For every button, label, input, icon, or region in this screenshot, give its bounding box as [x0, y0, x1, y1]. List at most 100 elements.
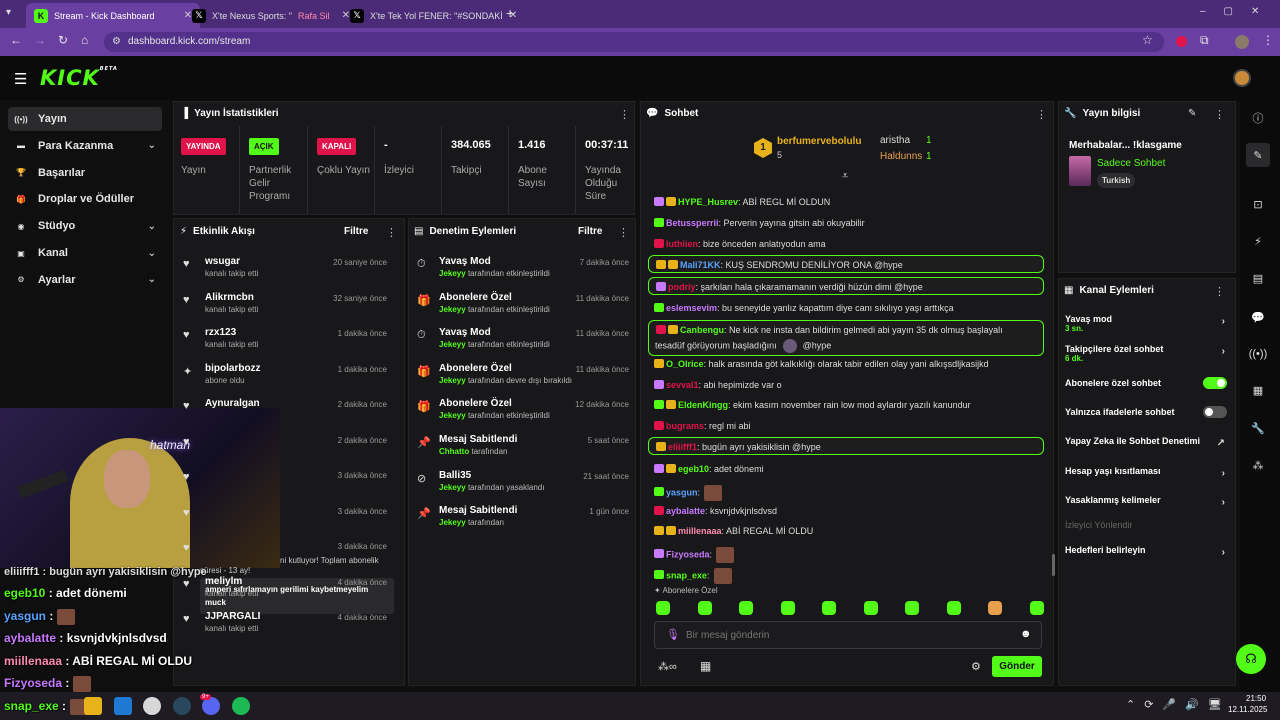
chrome-icon[interactable]: [143, 697, 161, 715]
steam-icon[interactable]: [172, 697, 191, 715]
sidebar-item[interactable]: ▬ Para Kazanma ⌄: [8, 134, 162, 158]
edit-pencil-icon[interactable]: ✎: [1188, 108, 1196, 119]
sidebar-item[interactable]: ◉ Stüdyo ⌄: [8, 214, 162, 238]
chat-username[interactable]: bugrams: [666, 421, 704, 431]
chat-username[interactable]: EldenKingg: [678, 400, 728, 410]
back-icon[interactable]: ←: [10, 33, 22, 47]
channel-action-row[interactable]: Yasaklanmış kelimeler ›: [1065, 495, 1227, 508]
chat-pin-collapse-icon[interactable]: ⩡: [842, 170, 848, 183]
url-field[interactable]: dashboard.kick.com/stream: [104, 32, 1164, 52]
chevron-right-icon[interactable]: ›: [1222, 346, 1225, 357]
outlook-icon[interactable]: [113, 697, 132, 715]
chat-settings-icon[interactable]: ⚙: [971, 660, 981, 673]
lightning-icon[interactable]: ⚡: [1246, 229, 1270, 253]
chevron-right-icon[interactable]: ›: [1222, 316, 1225, 327]
channel-action-row[interactable]: Takipçilere özel sohbet 6 dk. ›: [1065, 344, 1227, 363]
chat-message-input[interactable]: [686, 626, 1006, 644]
emote-icon[interactable]: [822, 601, 836, 615]
chat-scrollbar[interactable]: [1052, 554, 1055, 576]
chat-message[interactable]: Canbengu: Ne kick ne insta dan bildirim …: [656, 325, 1003, 335]
moderation-actor[interactable]: Jekeyy: [439, 411, 466, 420]
send-button[interactable]: Gönder: [992, 656, 1042, 677]
chat-message[interactable]: podriy: şarkıları hala çıkaramamanın ver…: [656, 282, 923, 292]
browser-menu-icon[interactable]: ▾: [6, 7, 20, 21]
kick-logo[interactable]: KICKBETA: [40, 66, 118, 90]
chat-username[interactable]: miillenaaa: [678, 526, 722, 536]
chat-message[interactable]: HYPE_Husrev: ABİ REGL Mİ OLDUN: [654, 197, 830, 207]
chat-message[interactable]: egeb10: adet dönemi: [654, 464, 764, 474]
chat-username[interactable]: eliiifff1: [668, 442, 697, 452]
profile-avatar[interactable]: [1235, 35, 1249, 49]
emote-icon[interactable]: [988, 601, 1002, 615]
home-icon[interactable]: ⌂: [81, 33, 88, 47]
category-name[interactable]: Sadece Sohbet: [1097, 158, 1165, 169]
chat-username[interactable]: Betussperrii: [666, 218, 719, 228]
extension-icon[interactable]: [1176, 36, 1187, 47]
chat-username[interactable]: eslemsevim: [666, 303, 717, 313]
chevron-right-icon[interactable]: ›: [1222, 497, 1225, 508]
emote-icon[interactable]: [946, 601, 961, 615]
chat-message[interactable]: eslemsevim: bu seneyide yanlız kapattım …: [654, 303, 954, 313]
browser-menu-dots-icon[interactable]: ⋮: [1262, 33, 1274, 47]
chevron-down-icon[interactable]: ⌄: [148, 274, 156, 285]
document-icon[interactable]: ▤: [1246, 266, 1270, 290]
channel-action-row[interactable]: Yapay Zeka ile Sohbet Denetimi ↗: [1065, 436, 1227, 449]
chat-store-icon[interactable]: ▦: [700, 659, 711, 673]
chat-message[interactable]: snap_exe:: [654, 568, 732, 584]
moderation-actor[interactable]: Jekeyy: [439, 483, 466, 492]
chevron-down-icon[interactable]: ⌄: [148, 140, 156, 151]
support-headset-button[interactable]: ☊: [1236, 644, 1266, 674]
chevron-right-icon[interactable]: ›: [1222, 468, 1225, 479]
chat-message[interactable]: eliiifff1: bugün ayrı yakisiklisin @hype: [656, 442, 821, 452]
chevron-down-icon[interactable]: ⌄: [148, 221, 156, 232]
chat-message[interactable]: Mali71KK: KUŞ SENDROMU DENİLİYOR ONA @hy…: [656, 260, 903, 270]
chat-message[interactable]: EldenKingg: ekim kasım november rain low…: [654, 400, 971, 410]
chat-username[interactable]: Mali71KK: [680, 260, 721, 270]
emote-icon[interactable]: [656, 601, 670, 615]
close-tab-icon[interactable]: ✕: [509, 10, 516, 21]
chat-message[interactable]: luthiien: bize önceden anlatıyodun ama: [654, 239, 826, 249]
chevron-down-icon[interactable]: ⌄: [148, 248, 156, 259]
language-tag[interactable]: Turkish: [1097, 173, 1136, 188]
sidebar-item[interactable]: ((•)) Yayın: [8, 107, 162, 131]
chat-message[interactable]: miillenaaa: ABİ REGAL Mİ OLDU: [654, 526, 813, 536]
chat-username[interactable]: Canbengu: [680, 325, 724, 335]
moderation-actor[interactable]: Jekeyy: [439, 269, 466, 278]
moderation-filter-button[interactable]: Filtre: [578, 226, 602, 237]
activity-filter-button[interactable]: Filtre: [344, 226, 368, 237]
chat-message[interactable]: aybalatte: ksvnjdvkjnlsdvsd: [654, 506, 777, 516]
chat-message[interactable]: O_Olrice: halk arasında göt kalkıklığı o…: [654, 359, 989, 369]
sidebar-item[interactable]: 🎁 Droplar ve Ödüller: [8, 187, 162, 211]
moderation-actor[interactable]: Jekeyy: [439, 305, 466, 314]
chat-username[interactable]: podriy: [668, 282, 696, 292]
info-icon[interactable]: ⓘ: [1246, 106, 1270, 130]
chat-username[interactable]: yasgun: [666, 487, 698, 497]
window-controls[interactable]: –▢✕: [1200, 6, 1277, 17]
site-info-icon[interactable]: ⚙: [112, 36, 121, 47]
chat-tools-icon[interactable]: ⁂∞: [658, 660, 677, 673]
extensions-puzzle-icon[interactable]: ⧉: [1200, 33, 1209, 48]
channel-action-row[interactable]: Abonelere özel sohbet: [1065, 377, 1227, 389]
channel-action-row[interactable]: Hesap yaşı kısıtlaması ›: [1065, 466, 1227, 479]
broadcast-icon[interactable]: ((•)): [1246, 342, 1270, 366]
forward-icon[interactable]: →: [34, 33, 46, 47]
toggle-on[interactable]: [1203, 377, 1227, 389]
browser-tab[interactable]: K Stream - Kick Dashboard ✕: [26, 3, 200, 28]
emote-icon[interactable]: [739, 601, 753, 615]
channel-action-row[interactable]: Yalnızca ifadelerle sohbet: [1065, 406, 1227, 418]
pencil-icon[interactable]: ✎: [1246, 143, 1270, 167]
share-icon[interactable]: ⁂: [1246, 453, 1270, 477]
chat-username[interactable]: sevval1: [666, 380, 699, 390]
spotify-icon[interactable]: [231, 697, 250, 715]
emote-icon[interactable]: [863, 601, 878, 615]
chat-icon[interactable]: 💬: [1246, 305, 1270, 329]
moderation-actor[interactable]: Jekeyy: [439, 376, 466, 385]
bookmark-star-icon[interactable]: ☆: [1142, 33, 1153, 47]
focus-icon[interactable]: ⊡: [1246, 192, 1270, 216]
mic-icon[interactable]: 🎙: [666, 628, 680, 641]
chat-message[interactable]: yasgun:: [654, 485, 723, 501]
user-avatar[interactable]: [1233, 69, 1251, 87]
sidebar-item[interactable]: ▣ Kanal ⌄: [8, 241, 162, 265]
chat-username[interactable]: egeb10: [678, 464, 709, 474]
emote-icon[interactable]: [697, 601, 712, 615]
